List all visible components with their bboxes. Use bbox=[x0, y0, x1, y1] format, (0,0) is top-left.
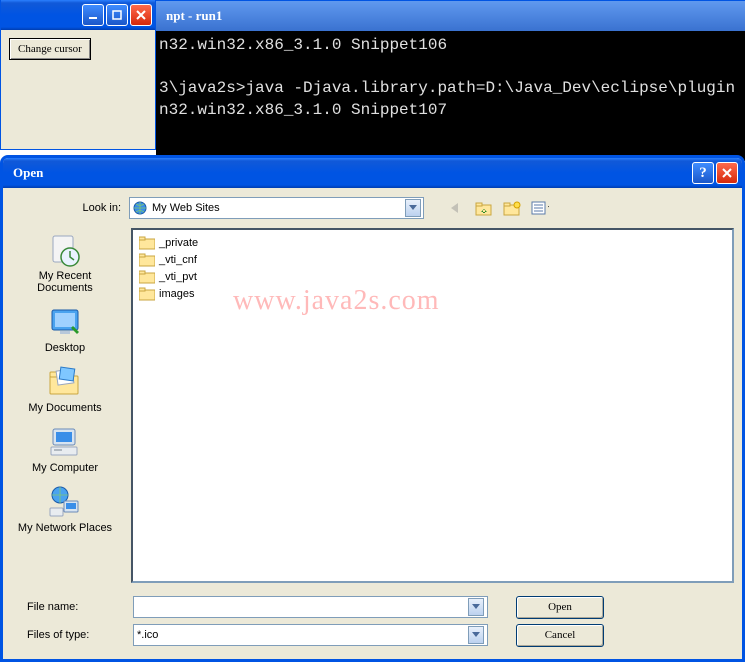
places-network[interactable]: My Network Places bbox=[11, 484, 119, 534]
places-mycomp-label: My Computer bbox=[32, 462, 98, 474]
help-button[interactable]: ? bbox=[692, 162, 714, 184]
places-bar: My Recent Documents Desktop My Documents bbox=[11, 228, 119, 583]
open-button[interactable]: Open bbox=[516, 596, 604, 619]
look-in-label: Look in: bbox=[11, 202, 121, 214]
dialog-titlebar[interactable]: Open ? bbox=[3, 158, 742, 188]
list-item-label: _vti_cnf bbox=[159, 254, 197, 266]
list-item[interactable]: _vti_pvt bbox=[137, 268, 728, 285]
list-item[interactable]: _private bbox=[137, 234, 728, 251]
my-documents-icon bbox=[47, 364, 83, 400]
change-cursor-button[interactable]: Change cursor bbox=[9, 38, 91, 60]
file-name-label: File name: bbox=[11, 601, 123, 613]
globe-folder-icon bbox=[132, 200, 148, 216]
new-folder-button[interactable] bbox=[503, 199, 521, 217]
file-list[interactable]: _private _vti_cnf _vti_pvt images www.ja… bbox=[131, 228, 734, 583]
view-menu-button[interactable] bbox=[531, 199, 549, 217]
folder-icon bbox=[139, 270, 155, 284]
places-mydocs-label: My Documents bbox=[28, 402, 101, 414]
list-item-label: _private bbox=[159, 237, 198, 249]
back-button[interactable] bbox=[447, 199, 465, 217]
console-output: n32.win32.x86_3.1.0 Snippet106 3\java2s>… bbox=[156, 31, 745, 161]
cancel-button[interactable]: Cancel bbox=[516, 624, 604, 647]
places-mydocs[interactable]: My Documents bbox=[11, 364, 119, 414]
folder-icon bbox=[139, 253, 155, 267]
places-recent[interactable]: My Recent Documents bbox=[11, 232, 119, 294]
places-recent-label: My Recent Documents bbox=[11, 270, 119, 294]
list-item[interactable]: _vti_cnf bbox=[137, 251, 728, 268]
my-computer-icon bbox=[47, 424, 83, 460]
network-places-icon bbox=[47, 484, 83, 520]
look-in-value: My Web Sites bbox=[152, 202, 220, 214]
chevron-down-icon bbox=[409, 205, 417, 211]
open-dialog: Open ? Look in: My Web Sites bbox=[0, 155, 745, 662]
file-type-label: Files of type: bbox=[11, 629, 123, 641]
list-item-label: _vti_pvt bbox=[159, 271, 197, 283]
file-name-dropdown-button[interactable] bbox=[468, 598, 484, 616]
console-titlebar[interactable]: npt - run1 bbox=[156, 1, 745, 31]
places-desktop-label: Desktop bbox=[45, 342, 85, 354]
look-in-dropdown-button[interactable] bbox=[405, 199, 421, 217]
list-item-label: images bbox=[159, 288, 194, 300]
minimize-button[interactable] bbox=[82, 4, 104, 26]
places-desktop[interactable]: Desktop bbox=[11, 304, 119, 354]
file-type-value: *.ico bbox=[137, 629, 468, 641]
folder-icon bbox=[139, 287, 155, 301]
look-in-combo[interactable]: My Web Sites bbox=[129, 197, 424, 219]
maximize-button[interactable] bbox=[106, 4, 128, 26]
desktop-icon bbox=[47, 304, 83, 340]
list-item[interactable]: images bbox=[137, 285, 728, 302]
recent-documents-icon bbox=[47, 232, 83, 268]
places-network-label: My Network Places bbox=[18, 522, 112, 534]
file-name-input[interactable] bbox=[133, 596, 488, 618]
dialog-close-button[interactable] bbox=[716, 162, 738, 184]
up-one-level-button[interactable] bbox=[475, 199, 493, 217]
places-mycomp[interactable]: My Computer bbox=[11, 424, 119, 474]
chevron-down-icon bbox=[472, 604, 480, 610]
close-button[interactable] bbox=[130, 4, 152, 26]
app-window: Change cursor bbox=[0, 0, 156, 150]
file-type-combo[interactable]: *.ico bbox=[133, 624, 488, 646]
dialog-title: Open bbox=[13, 165, 692, 181]
folder-icon bbox=[139, 236, 155, 250]
console-window: npt - run1 n32.win32.x86_3.1.0 Snippet10… bbox=[156, 0, 745, 160]
app-titlebar[interactable] bbox=[1, 0, 155, 30]
chevron-down-icon bbox=[472, 632, 480, 638]
file-type-dropdown-button[interactable] bbox=[468, 626, 484, 644]
